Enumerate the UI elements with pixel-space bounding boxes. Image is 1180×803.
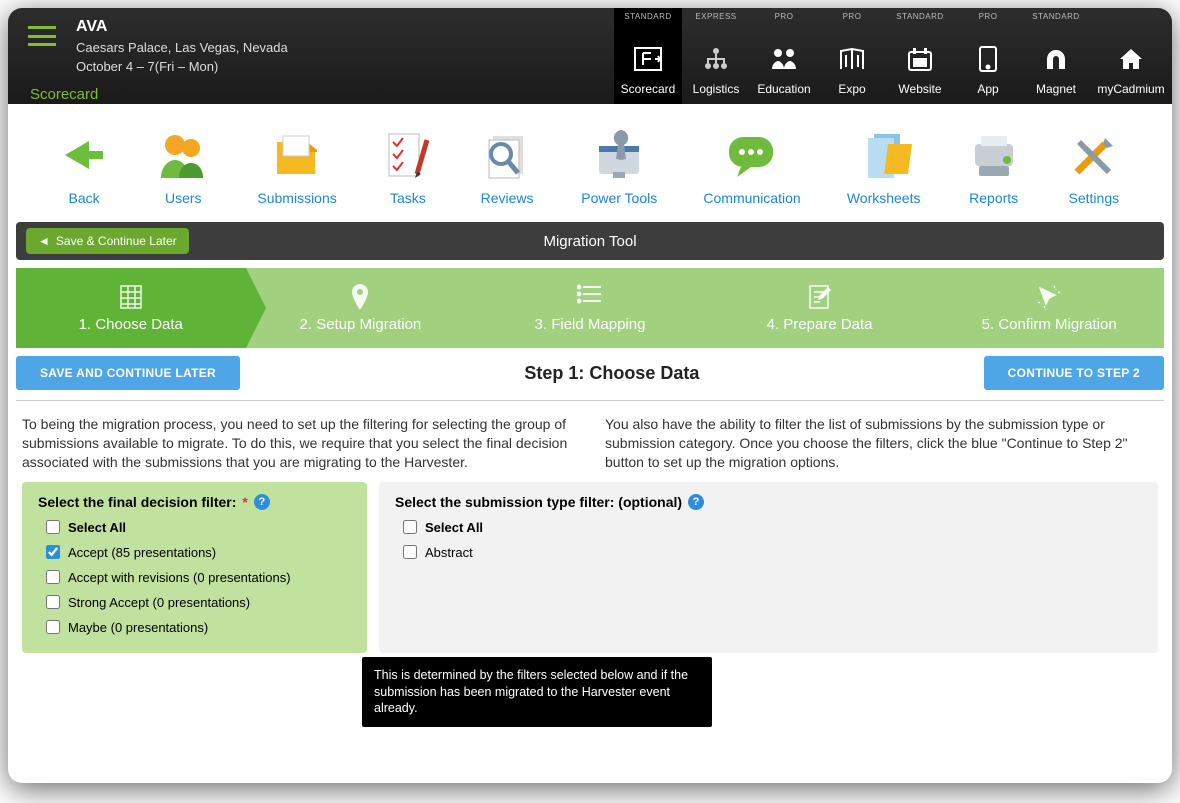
logistics-icon — [703, 42, 729, 76]
intro-right: You also have the ability to filter the … — [605, 415, 1158, 472]
nav-communication[interactable]: Communication — [703, 126, 800, 206]
decision-label: Accept with revisions (0 presentations) — [68, 570, 291, 585]
decision-checkbox[interactable] — [46, 520, 60, 534]
decision-checkbox[interactable] — [46, 570, 60, 584]
step-setup-migration[interactable]: 2. Setup Migration — [246, 268, 476, 348]
cursor-icon — [1036, 284, 1062, 312]
decision-label: Maybe (0 presentations) — [68, 620, 208, 635]
decision-checkbox[interactable] — [46, 620, 60, 634]
decision-option[interactable]: Accept with revisions (0 presentations) — [46, 570, 351, 585]
reviews-icon — [479, 126, 535, 184]
available-summary: 8 available presentations to migrate ? T… — [8, 653, 1172, 691]
topnav-logistics[interactable]: EXPRESS Logistics — [682, 8, 750, 104]
topnav-website[interactable]: STANDARD Website — [886, 8, 954, 104]
type-option[interactable]: Abstract — [403, 545, 1142, 560]
step-confirm-migration[interactable]: 5. Confirm Migration — [934, 268, 1164, 348]
required-mark: * — [242, 494, 247, 510]
home-icon — [1118, 42, 1144, 76]
nav-reports[interactable]: Reports — [967, 126, 1021, 206]
decision-label: Accept (85 presentations) — [68, 545, 216, 560]
save-continue-button[interactable]: SAVE AND CONTINUE LATER — [16, 356, 240, 390]
website-icon — [907, 42, 933, 76]
nav-worksheets[interactable]: Worksheets — [847, 126, 921, 206]
help-icon[interactable]: ? — [254, 494, 270, 510]
decision-filter-panel: Select the final decision filter: * ? Se… — [22, 482, 367, 653]
back-arrow-icon: ◄ — [38, 234, 50, 248]
type-heading: Select the submission type filter: (opti… — [395, 494, 682, 510]
nav-submissions[interactable]: Submissions — [257, 126, 336, 206]
pin-icon — [350, 284, 370, 312]
topnav-app[interactable]: PRO App — [954, 8, 1022, 104]
worksheets-icon — [847, 126, 921, 184]
type-label: Abstract — [425, 545, 473, 560]
icon-nav: Back Users Submissions Tasks Reviews Pow… — [8, 104, 1172, 216]
topnav-magnet[interactable]: STANDARD Magnet — [1022, 8, 1090, 104]
communication-icon — [703, 126, 800, 184]
wizard-steps: 1. Choose Data 2. Setup Migration 3. Fie… — [16, 268, 1164, 348]
edit-icon — [808, 284, 832, 312]
users-icon — [155, 126, 211, 184]
magnet-icon — [1043, 42, 1069, 76]
help-icon[interactable]: ? — [688, 494, 704, 510]
type-option[interactable]: Select All — [403, 520, 1142, 535]
app-icon — [979, 42, 997, 76]
nav-tasks[interactable]: Tasks — [383, 126, 433, 206]
top-nav: STANDARD Scorecard EXPRESS Logistics PRO… — [614, 8, 1172, 104]
topnav-expo[interactable]: PRO Expo — [818, 8, 886, 104]
intro-text: To being the migration process, you need… — [8, 401, 1172, 472]
decision-label: Strong Accept (0 presentations) — [68, 595, 250, 610]
decision-heading: Select the final decision filter: — [38, 494, 236, 510]
nav-powertools[interactable]: Power Tools — [581, 126, 657, 206]
decision-option[interactable]: Select All — [46, 520, 351, 535]
migration-title: Migration Tool — [543, 233, 636, 250]
type-label: Select All — [425, 520, 483, 535]
powertools-icon — [581, 126, 657, 184]
expo-icon — [839, 42, 865, 76]
event-dates: October 4 – 7(Fri – Mon) — [76, 59, 288, 74]
scorecard-icon — [633, 42, 663, 76]
nav-back[interactable]: Back — [59, 126, 109, 206]
nav-reviews[interactable]: Reviews — [479, 126, 535, 206]
decision-label: Select All — [68, 520, 126, 535]
continue-step2-button[interactable]: CONTINUE TO STEP 2 — [984, 356, 1164, 390]
decision-checkbox[interactable] — [46, 595, 60, 609]
decision-option[interactable]: Accept (85 presentations) — [46, 545, 351, 560]
reports-icon — [967, 126, 1021, 184]
step-prepare-data[interactable]: 4. Prepare Data — [705, 268, 935, 348]
type-filter-panel: Select the submission type filter: (opti… — [379, 482, 1158, 653]
type-checkbox[interactable] — [403, 545, 417, 559]
decision-option[interactable]: Maybe (0 presentations) — [46, 620, 351, 635]
tasks-icon — [383, 126, 433, 184]
settings-icon — [1067, 126, 1121, 184]
topnav-mycadmium[interactable]: myCadmium — [1090, 8, 1172, 104]
topnav-education[interactable]: PRO Education — [750, 8, 818, 104]
topnav-scorecard[interactable]: STANDARD Scorecard — [614, 8, 682, 104]
step-field-mapping[interactable]: 3. Field Mapping — [475, 268, 705, 348]
event-location: Caesars Palace, Las Vegas, Nevada — [76, 40, 288, 55]
tooltip: This is determined by the filters select… — [362, 657, 712, 728]
step-choose-data[interactable]: 1. Choose Data — [16, 268, 246, 348]
decision-option[interactable]: Strong Accept (0 presentations) — [46, 595, 351, 610]
nav-users[interactable]: Users — [155, 126, 211, 206]
spreadsheet-icon — [119, 284, 143, 312]
nav-settings[interactable]: Settings — [1067, 126, 1121, 206]
event-title: AVA — [76, 18, 288, 36]
save-continue-small-button[interactable]: ◄ Save & Continue Later — [26, 228, 189, 254]
decision-checkbox[interactable] — [46, 545, 60, 559]
top-bar: AVA Caesars Palace, Las Vegas, Nevada Oc… — [8, 8, 1172, 104]
intro-left: To being the migration process, you need… — [22, 415, 575, 472]
menu-icon[interactable] — [28, 26, 56, 46]
migration-bar: ◄ Save & Continue Later Migration Tool — [16, 222, 1164, 260]
type-checkbox[interactable] — [403, 520, 417, 534]
sub-toolbar: SAVE AND CONTINUE LATER Step 1: Choose D… — [16, 356, 1164, 401]
step-title: Step 1: Choose Data — [524, 363, 699, 384]
education-icon — [770, 42, 798, 76]
submissions-icon — [257, 126, 336, 184]
list-icon — [577, 284, 603, 312]
back-icon — [59, 126, 109, 184]
brand-label: Scorecard — [30, 86, 98, 103]
